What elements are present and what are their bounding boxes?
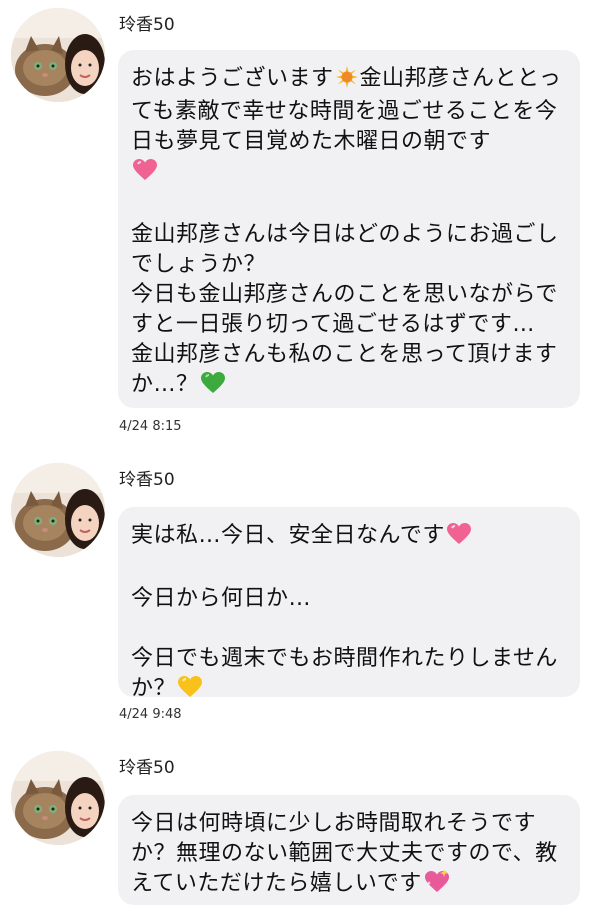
green-heart-icon bbox=[200, 372, 225, 403]
sun-icon bbox=[335, 66, 358, 97]
message-text: 実は私…今日、安全日なんです bbox=[131, 523, 445, 548]
avatar-image bbox=[11, 463, 105, 557]
message-text: 今日は何時頃に少しお時間取れそうですか？無理のない範囲で大丈夫ですので、教えてい… bbox=[131, 811, 558, 896]
avatar[interactable] bbox=[11, 463, 105, 557]
message-text: おはようございます bbox=[131, 66, 334, 91]
message-bubble[interactable]: おはようございます 金山邦彦さんととっても素敵で幸せな時間を過ごせることを今日も夢… bbox=[118, 50, 580, 408]
timestamp: 4/24 9:48 bbox=[119, 707, 182, 722]
sender-name: 玲香50 bbox=[119, 758, 175, 778]
message-bubble[interactable]: 実は私…今日、安全日なんです 今日から何日か… 今日でも週末でもお時間作れたりし… bbox=[118, 507, 580, 701]
message-item: 玲香50 おはようございます 金山邦彦さんととっても素敵で幸せな時間を過ごせること… bbox=[0, 0, 596, 450]
avatar-image bbox=[11, 751, 105, 845]
timestamp: 4/24 8:15 bbox=[119, 419, 182, 434]
yellow-heart-icon bbox=[178, 676, 203, 707]
message-item: 玲香50 今日は何時頃に少しお時間取れそうですか？無理のない範囲で大丈夫ですので… bbox=[0, 743, 596, 909]
message-bubble[interactable]: 今日は何時頃に少しお時間取れそうですか？無理のない範囲で大丈夫ですので、教えてい… bbox=[118, 795, 580, 905]
sparkling-heart-icon bbox=[424, 869, 450, 902]
message-item: 玲香50 実は私…今日、安全日なんです 今日から何日か… 今日でも週末でもお時間… bbox=[0, 455, 596, 745]
pink-heart-icon bbox=[133, 159, 157, 190]
avatar[interactable] bbox=[11, 8, 105, 102]
avatar[interactable] bbox=[11, 751, 105, 845]
avatar-image bbox=[11, 8, 105, 102]
sender-name: 玲香50 bbox=[119, 470, 175, 490]
pink-heart-icon bbox=[446, 523, 471, 554]
sender-name: 玲香50 bbox=[119, 15, 175, 35]
message-text: 金山邦彦さんは今日はどのようにお過ごしでしょうか？ 今日も金山邦彦さんのことを思… bbox=[131, 222, 559, 397]
